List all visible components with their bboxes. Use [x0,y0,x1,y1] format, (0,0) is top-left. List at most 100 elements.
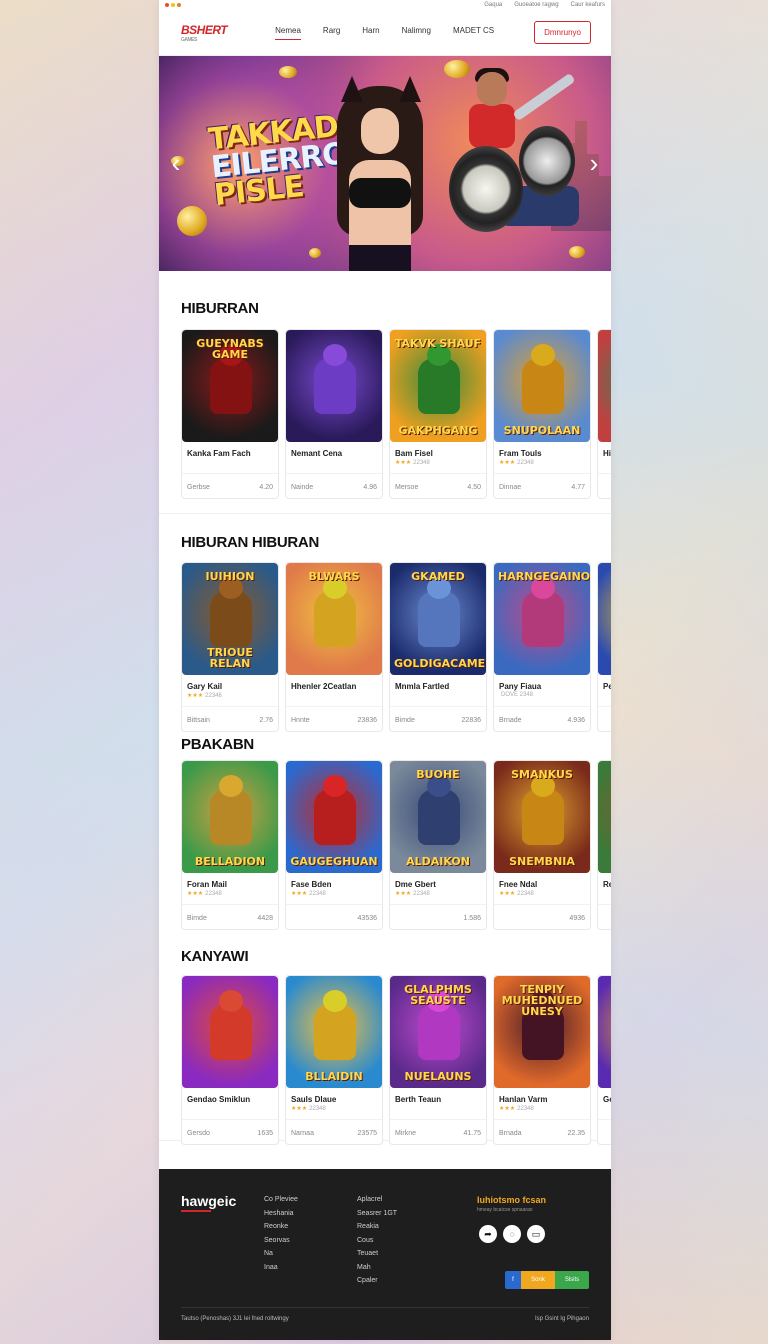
hero-next-arrow-icon[interactable]: › [585,148,603,178]
game-card[interactable]: IUIHION TRIOUE RELAN Gary Kail ★★★ 22346 … [181,562,279,732]
footer-link[interactable]: Na [264,1247,298,1261]
game-name[interactable]: Fnee Ndal [494,873,590,890]
game-thumbnail[interactable]: BELLADION [182,761,278,873]
game-card[interactable]: Nemant Cena Nainde 4.96 [285,329,383,499]
game-name[interactable]: Foran Mail [182,873,278,890]
facebook-badge[interactable]: f [505,1271,521,1289]
game-name[interactable]: Berth Teaun [390,1088,486,1105]
game-card[interactable]: SNUPOLAAN Fram Touls ★★★ 22348 Dinnae 4.7… [493,329,591,499]
game-card[interactable]: BLWARS Hhenler 2Ceatlan Hnnte 23836 [285,562,383,732]
footer-legal-links[interactable]: Isp Gsint Ig Pihgaon [535,1316,589,1322]
footer-link[interactable]: Mah [357,1261,397,1275]
chat-icon[interactable]: ◌ [503,1225,521,1243]
game-name[interactable]: Pany Fiaua [494,675,590,692]
game-score: 23836 [357,717,377,724]
footer-logo[interactable]: hawgeic [181,1193,236,1212]
game-card[interactable]: GUEYNABS GAME Kanka Fam Fach Gerbse 4.20 [181,329,279,499]
game-thumbnail[interactable]: BUOHE ALDAIKON [390,761,486,873]
topbar-link-3[interactable]: Caur keafurs [571,2,605,8]
game-rating [598,890,611,898]
game-thumbnail[interactable]: GKAMED GOLDIGACAME [390,563,486,675]
game-thumbnail[interactable]: TAKVK SHAUF GAKPHGANG [390,330,486,442]
footer-link[interactable]: Reakia [357,1220,397,1234]
game-rating [182,459,278,467]
footer-link[interactable]: Cous [357,1234,397,1248]
footer-link[interactable]: Cpaler [357,1274,397,1288]
game-play-count: 22348 [517,891,534,897]
game-thumbnail[interactable]: GLALPHMS SEAUSTE NUELAUNS [390,976,486,1088]
game-name[interactable]: Ge [598,1088,611,1105]
game-name[interactable]: Re [598,873,611,890]
header-cta-button[interactable]: Dmnrunyo [534,21,591,44]
nav-item-3[interactable]: Harn [362,26,379,40]
game-card[interactable]: Pe [597,562,611,732]
game-card[interactable]: Hi 50 [597,329,611,499]
game-card[interactable]: TAKVK SHAUF GAKPHGANG Bam Fisel ★★★ 22348… [389,329,487,499]
game-thumbnail[interactable]: TENPIY MUHEDNUED UNESY [494,976,590,1088]
game-name[interactable]: Fram Touls [494,442,590,459]
game-name[interactable]: Hanlan Varm [494,1088,590,1105]
game-card[interactable]: SMANKUS SNEMBNIA Fnee Ndal ★★★ 22348 4936 [493,760,591,930]
game-card[interactable]: GKAMED GOLDIGACAME Mnmla Fartled Bimde 2… [389,562,487,732]
footer-link[interactable]: Teuaet [357,1247,397,1261]
game-thumbnail[interactable]: SNUPOLAAN [494,330,590,442]
hero-prev-arrow-icon[interactable]: ‹ [167,148,185,178]
hero-banner[interactable]: TAKKAD EILERRON PISLE ‹ › [159,56,611,271]
game-thumbnail[interactable] [598,563,611,675]
game-name[interactable]: Gendao Smiklun [182,1088,278,1105]
game-thumbnail[interactable] [286,330,382,442]
game-name[interactable]: Kanka Fam Fach [182,442,278,459]
game-thumbnail[interactable] [182,976,278,1088]
footer-link[interactable]: Aplacrel [357,1193,397,1207]
game-card[interactable]: GAUGEGHUAN Fase Bden ★★★ 22348 43536 [285,760,383,930]
footer-link[interactable]: Seasrer 1GT [357,1207,397,1221]
game-card[interactable]: Gendao Smiklun Gersdo 1635 [181,975,279,1145]
game-name[interactable]: Sauls Dlaue [286,1088,382,1105]
footer-link[interactable]: Reonke [264,1220,298,1234]
game-name[interactable]: Hi [598,442,611,459]
game-thumbnail[interactable]: GUEYNABS GAME [182,330,278,442]
game-name[interactable]: Mnmla Fartled [390,675,486,692]
game-thumbnail[interactable] [598,330,611,442]
topbar-link-1[interactable]: Gaqua [484,2,502,8]
game-card[interactable]: BUOHE ALDAIKON Dme Gbert ★★★ 22348 1.586 [389,760,487,930]
game-card[interactable]: Re [597,760,611,930]
game-card[interactable]: TENPIY MUHEDNUED UNESY Hanlan Varm ★★★ 22… [493,975,591,1145]
nav-item-2[interactable]: Rarg [323,26,340,40]
game-name[interactable]: Gary Kail [182,675,278,692]
game-thumbnail[interactable]: SMANKUS SNEMBNIA [494,761,590,873]
nav-item-home[interactable]: Nemea [275,26,301,40]
game-thumbnail[interactable]: IUIHION TRIOUE RELAN [182,563,278,675]
topbar-link-2[interactable]: Guoeatoe ragwg [514,2,558,8]
footer-link[interactable]: Heshania [264,1207,298,1221]
nav-item-5[interactable]: MADET CS [453,26,494,40]
footer-link[interactable]: Co Pleviee [264,1193,298,1207]
game-thumbnail[interactable]: GAUGEGHUAN [286,761,382,873]
game-thumbnail[interactable] [598,976,611,1088]
footer-link[interactable]: Seorvas [264,1234,298,1248]
game-thumbnail[interactable]: BLLAIDIN [286,976,382,1088]
game-name[interactable]: Nemant Cena [286,442,382,459]
game-name[interactable]: Pe [598,675,611,692]
video-icon[interactable]: ▭ [527,1225,545,1243]
game-thumbnail[interactable]: HARNGEGAINO [494,563,590,675]
game-card[interactable]: BELLADION Foran Mail ★★★ 22348 Bimde 4428 [181,760,279,930]
game-name[interactable]: Bam Fisel [390,442,486,459]
game-card[interactable]: Ge 60 [597,975,611,1145]
game-card[interactable]: HARNGEGAINO Pany Fiaua DOVE 2348 Brnade … [493,562,591,732]
game-thumbnail[interactable]: BLWARS [286,563,382,675]
game-name[interactable]: Fase Bden [286,873,382,890]
nav-item-4[interactable]: Nalimng [402,26,431,40]
game-rating [598,459,611,467]
game-thumbnail[interactable] [598,761,611,873]
store-badge-2[interactable]: Slsits [555,1271,589,1289]
footer-brand-sub: hmeay bcaicse spnaarao [477,1207,533,1213]
store-badge-1[interactable]: Sonk [521,1271,555,1289]
footer-link[interactable]: Inaa [264,1261,298,1275]
game-card[interactable]: BLLAIDIN Sauls Dlaue ★★★ 22348 Narnaa 235… [285,975,383,1145]
game-name[interactable]: Dme Gbert [390,873,486,890]
game-name[interactable]: Hhenler 2Ceatlan [286,675,382,692]
share-icon[interactable]: ➦ [479,1225,497,1243]
game-card[interactable]: GLALPHMS SEAUSTE NUELAUNS Berth Teaun Mi… [389,975,487,1145]
site-logo[interactable]: BSHERT GAMES [181,23,228,43]
